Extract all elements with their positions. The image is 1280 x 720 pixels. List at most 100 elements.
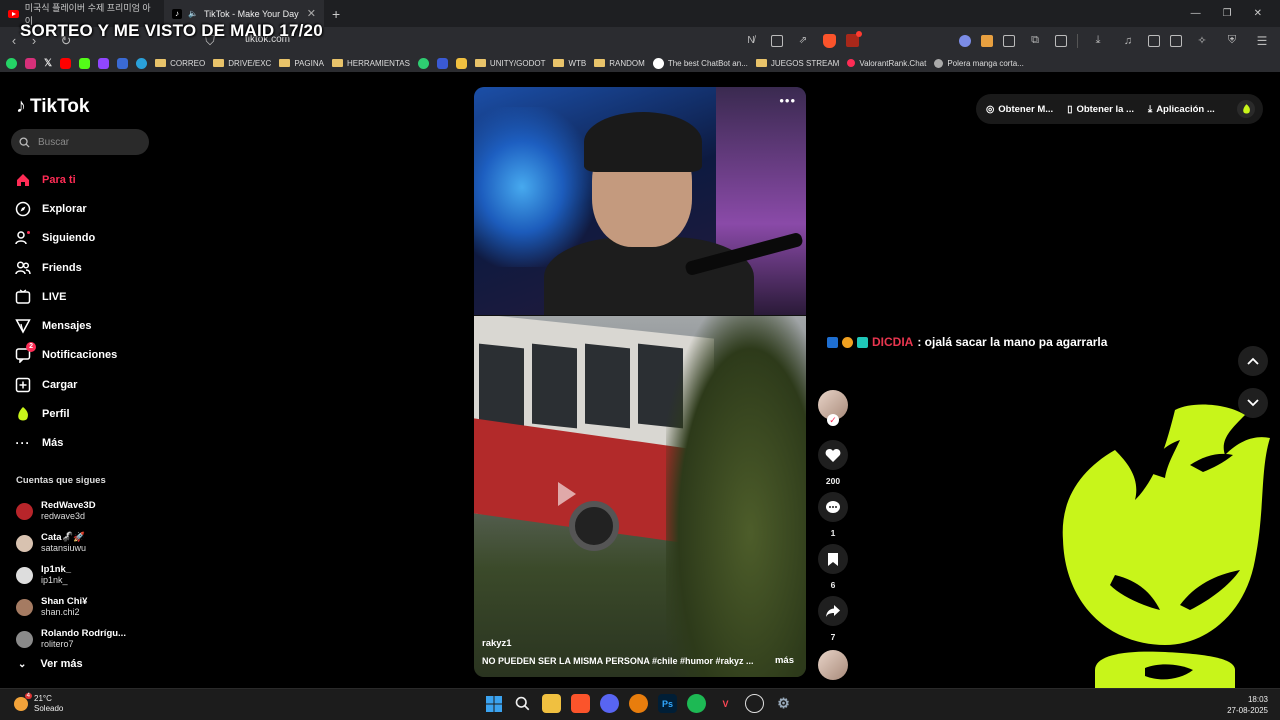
restore-button[interactable]: ❐: [1223, 8, 1232, 19]
settings-gear-icon[interactable]: ⚙: [774, 694, 793, 713]
bookmark-folder[interactable]: JUEGOS STREAM: [755, 59, 839, 68]
video-author[interactable]: rakyz1: [482, 638, 512, 649]
music-icon[interactable]: ♫: [1118, 35, 1138, 47]
photoshop-icon[interactable]: Ps: [658, 694, 677, 713]
start-icon[interactable]: [484, 694, 503, 713]
search-icon[interactable]: [513, 694, 532, 713]
telegram-icon[interactable]: [136, 57, 148, 69]
profile-avatar[interactable]: [1237, 100, 1255, 118]
account-name: Shan Chi¥: [41, 596, 88, 607]
close-window-button[interactable]: ✕: [1254, 8, 1262, 19]
comment-icon: [826, 500, 840, 513]
nav-item-cargar[interactable]: Cargar: [14, 370, 117, 399]
share-button[interactable]: [818, 596, 848, 626]
see-more-button[interactable]: ⌄ Ver más: [18, 658, 83, 670]
blender-icon[interactable]: [629, 694, 648, 713]
twitch-icon[interactable]: [98, 57, 110, 69]
get-app-button[interactable]: ▯ Obtener la ...: [1067, 104, 1134, 115]
tiktok-logo[interactable]: ♪ TikTok: [16, 95, 89, 118]
followed-account[interactable]: Ip1nk_ ip1nk_: [16, 559, 126, 591]
download-icon[interactable]: ⤓: [1088, 34, 1108, 47]
music-avatar[interactable]: [818, 650, 848, 680]
brave-rewards-icon[interactable]: [846, 31, 862, 47]
speaker-icon[interactable]: 🔈: [188, 9, 198, 18]
search-bar[interactable]: [11, 129, 149, 155]
bookmark-icon[interactable]: [417, 57, 429, 69]
save-button[interactable]: [818, 544, 848, 574]
brave-shields-icon[interactable]: [823, 33, 836, 48]
nav-item-mas[interactable]: ··· Más: [14, 429, 117, 458]
nav-item-mensajes[interactable]: Mensajes: [14, 311, 117, 340]
minimize-button[interactable]: —: [1191, 8, 1201, 19]
app-icon[interactable]: [745, 694, 764, 713]
nav-item-perfil[interactable]: Perfil: [14, 399, 117, 428]
streamer-mascot-logo: [1062, 404, 1270, 688]
video-player[interactable]: ••• rakyz1 NO PUEDEN SER LA MISMA PERSON…: [474, 87, 806, 677]
like-button[interactable]: [818, 440, 848, 470]
nav-item-live[interactable]: LIVE: [14, 282, 117, 311]
extensions-puzzle-icon[interactable]: ⧉: [1025, 34, 1045, 47]
new-tab-button[interactable]: +: [324, 6, 348, 22]
comment-button[interactable]: [818, 492, 848, 522]
valorant-icon[interactable]: V: [716, 694, 735, 713]
download-app-button[interactable]: ⤓ Aplicación ...: [1148, 104, 1215, 115]
more-button[interactable]: más: [775, 655, 794, 666]
streamer-body: [544, 237, 754, 315]
bookmark-link[interactable]: Polera manga corta...: [934, 58, 1024, 68]
extension-icon[interactable]: [959, 34, 971, 47]
previous-video-button[interactable]: [1238, 346, 1268, 376]
brave-browser-icon[interactable]: [571, 694, 590, 713]
nav-item-explorar[interactable]: Explorar: [14, 194, 117, 223]
bookmark-folder[interactable]: DRIVE/EXC: [213, 59, 271, 68]
followed-account[interactable]: Rolando Rodrígu... rolitero7: [16, 623, 126, 655]
instagram-icon[interactable]: [25, 57, 36, 69]
author-avatar[interactable]: ✓: [818, 390, 848, 426]
bookmark-folder[interactable]: WTB: [553, 59, 586, 68]
close-tab-icon[interactable]: ✕: [307, 7, 316, 20]
more-options-icon[interactable]: •••: [779, 93, 796, 108]
bookmark-icon[interactable]: [436, 57, 448, 69]
discord-icon[interactable]: [600, 694, 619, 713]
extension-icon[interactable]: [981, 34, 993, 47]
get-coins-button[interactable]: ◎ Obtener M...: [986, 104, 1053, 115]
followed-account[interactable]: RedWave3D redwave3d: [16, 495, 126, 527]
nav-item-para-ti[interactable]: Para ti: [14, 165, 117, 194]
windows-taskbar: 4 21°C Soleado Ps V ⚙ 18:03 27-08-2025: [0, 688, 1280, 720]
bookmark-folder[interactable]: RANDOM: [594, 59, 645, 68]
follow-check-icon[interactable]: ✓: [827, 414, 839, 426]
nav-item-notificaciones[interactable]: 2 Notificaciones: [14, 341, 117, 370]
bookmark-link[interactable]: ValorantRank.Chat: [847, 59, 926, 68]
followed-account[interactable]: Cata🦨🚀 satansiuwu: [16, 527, 126, 559]
bookmark-folder[interactable]: HERRAMIENTAS: [331, 59, 410, 68]
bookmark-folder[interactable]: CORREO: [155, 59, 205, 68]
bookmark-label: CORREO: [170, 58, 206, 68]
youtube-icon[interactable]: [60, 57, 72, 69]
nav-item-friends[interactable]: Friends: [14, 253, 117, 282]
vpn-icon[interactable]: ⛨: [1222, 34, 1242, 47]
system-clock[interactable]: 18:03 27-08-2025: [1227, 694, 1268, 716]
weather-widget[interactable]: 4 21°C Soleado: [14, 693, 63, 714]
bookmark-link[interactable]: The best ChatBot an...: [652, 57, 748, 69]
nav-item-siguiendo[interactable]: Siguiendo: [14, 224, 117, 253]
sidebar-icon[interactable]: [1148, 34, 1160, 47]
bookmark-folder[interactable]: PAGINA: [279, 59, 324, 68]
search-input[interactable]: [38, 136, 138, 148]
bookmark-icon[interactable]: [117, 57, 129, 69]
extension-icon[interactable]: [1055, 34, 1067, 47]
bookmark-folder[interactable]: UNITY/GODOT: [474, 59, 545, 68]
translate-icon[interactable]: N̸: [741, 35, 761, 46]
x-icon[interactable]: 𝕏: [44, 58, 52, 69]
followed-account[interactable]: Shan Chi¥ shan.chi2: [16, 591, 126, 623]
share-icon[interactable]: ⇗: [793, 35, 813, 46]
bookmark-icon[interactable]: [455, 57, 467, 69]
play-icon[interactable]: [558, 482, 576, 506]
extension-icon[interactable]: [1003, 34, 1015, 47]
file-explorer-icon[interactable]: [542, 694, 561, 713]
leo-ai-icon[interactable]: ✧: [1192, 34, 1212, 47]
wallet-icon[interactable]: [1170, 34, 1182, 47]
kick-icon[interactable]: [79, 57, 91, 69]
spotify-icon[interactable]: [687, 694, 706, 713]
menu-icon[interactable]: ☰: [1252, 34, 1272, 48]
whatsapp-icon[interactable]: [6, 57, 17, 69]
cast-icon[interactable]: [771, 34, 783, 47]
